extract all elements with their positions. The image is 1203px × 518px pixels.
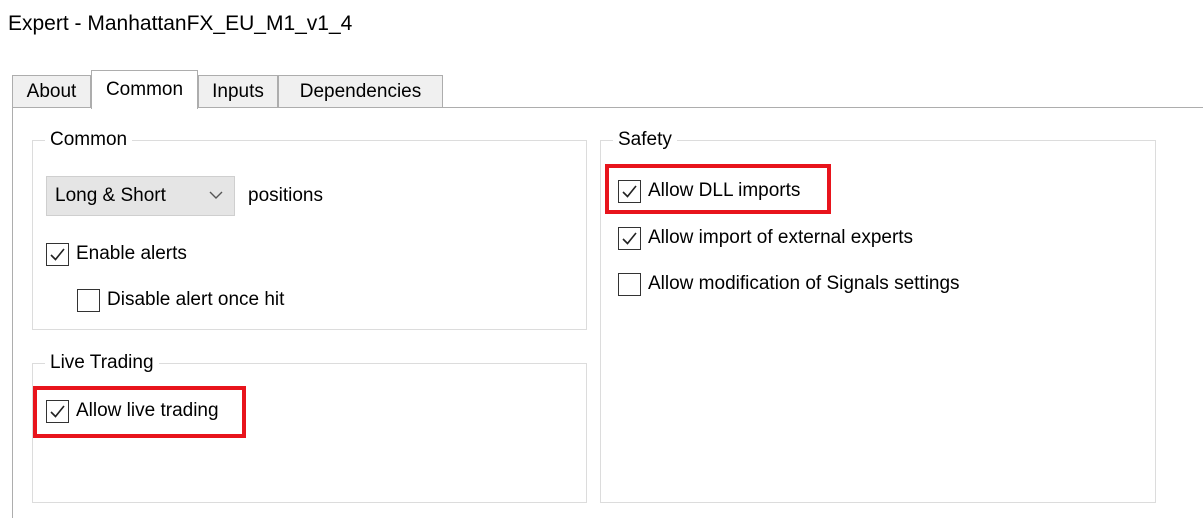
- checkmark-icon: [622, 232, 637, 245]
- tab-common[interactable]: Common: [91, 70, 198, 109]
- disable-alert-once-hit-label[interactable]: Disable alert once hit: [107, 287, 284, 313]
- allow-live-trading-checkbox[interactable]: [46, 400, 69, 423]
- positions-select[interactable]: Long & Short: [46, 176, 235, 216]
- checkmark-icon: [622, 185, 637, 198]
- positions-label: positions: [248, 185, 323, 206]
- checkmark-icon: [50, 248, 65, 261]
- tab-inputs[interactable]: Inputs: [198, 75, 278, 108]
- window-title: Expert - ManhattanFX_EU_M1_v1_4: [8, 12, 353, 35]
- allow-dll-imports-checkbox[interactable]: [618, 180, 641, 203]
- allow-import-external-experts-label[interactable]: Allow import of external experts: [648, 225, 913, 251]
- disable-alert-once-hit-checkbox[interactable]: [77, 289, 100, 312]
- live-trading-group: Live Trading: [32, 350, 587, 503]
- enable-alerts-label[interactable]: Enable alerts: [76, 241, 187, 267]
- chevron-down-icon: [209, 191, 223, 199]
- tab-strip: About Common Inputs Dependencies: [12, 70, 1203, 109]
- live-trading-group-title: Live Trading: [45, 350, 159, 376]
- allow-dll-imports-label[interactable]: Allow DLL imports: [648, 178, 800, 204]
- common-group-title: Common: [45, 127, 133, 153]
- allow-modification-signals-label[interactable]: Allow modification of Signals settings: [648, 271, 960, 297]
- allow-live-trading-label[interactable]: Allow live trading: [76, 398, 219, 424]
- allow-modification-signals-checkbox[interactable]: [618, 273, 641, 296]
- checkmark-icon: [50, 405, 65, 418]
- positions-select-value: Long & Short: [55, 185, 166, 206]
- tab-about[interactable]: About: [12, 75, 91, 108]
- enable-alerts-checkbox[interactable]: [46, 243, 69, 266]
- allow-import-external-experts-checkbox[interactable]: [618, 227, 641, 250]
- safety-group-title: Safety: [613, 127, 677, 153]
- tab-dependencies[interactable]: Dependencies: [278, 75, 443, 108]
